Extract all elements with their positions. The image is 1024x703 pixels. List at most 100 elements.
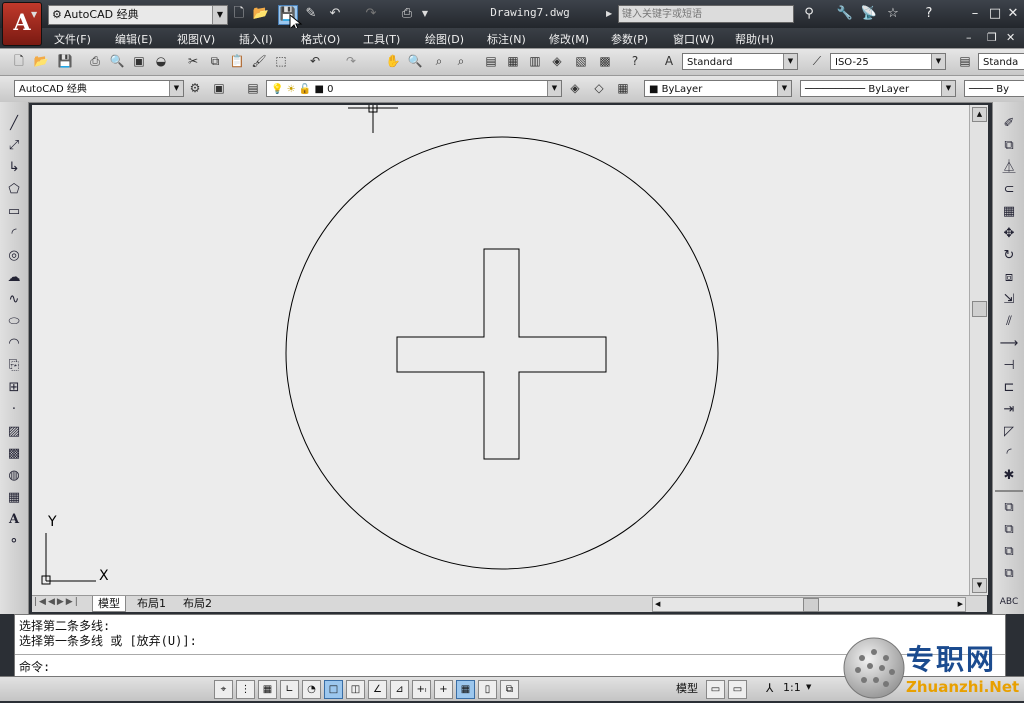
help-toolbar-icon[interactable]: ?: [626, 52, 644, 70]
app-menu-chevron-icon[interactable]: ▼: [31, 10, 37, 19]
tab-layout2[interactable]: 布局2: [178, 596, 217, 611]
communication-center-icon[interactable]: 📡: [860, 5, 878, 23]
trim-icon[interactable]: ⫽: [999, 312, 1019, 332]
text-style-icon[interactable]: A: [660, 52, 678, 70]
close-icon[interactable]: ✕: [1004, 5, 1022, 23]
draw-order-back-icon[interactable]: ⧉: [999, 520, 1019, 540]
transparency-icon[interactable]: ▦: [456, 680, 475, 699]
block-editor-icon[interactable]: ⬚: [272, 52, 290, 70]
minimize-icon[interactable]: –: [966, 5, 984, 23]
add-selected-icon[interactable]: ⚬: [4, 532, 24, 552]
annotation-scale-icon[interactable]: ⅄: [766, 681, 773, 695]
copy-icon[interactable]: ⧉: [206, 52, 224, 70]
table-icon[interactable]: ▦: [4, 488, 24, 508]
markup-icon[interactable]: ▧: [572, 52, 590, 70]
paste-icon[interactable]: 📋: [228, 52, 246, 70]
grid-icon[interactable]: ▦: [258, 680, 277, 699]
doc-restore-icon[interactable]: ❐: [987, 31, 997, 44]
erase-icon[interactable]: ✐: [999, 114, 1019, 134]
selection-cycling-icon[interactable]: ⧉: [500, 680, 519, 699]
break-at-point-icon[interactable]: ⊣: [999, 356, 1019, 376]
polyline-icon[interactable]: ↳: [4, 158, 24, 178]
text-style-select[interactable]: Standard ▼: [682, 53, 798, 70]
quick-access-dropdown-icon[interactable]: ▼: [416, 5, 434, 23]
undo-icon[interactable]: ↶: [326, 5, 344, 23]
horizontal-scroll-thumb[interactable]: [803, 598, 819, 612]
expand-arrow-icon[interactable]: ▶: [606, 9, 612, 18]
bring-above-icon[interactable]: ⧉: [999, 542, 1019, 562]
menu-edit[interactable]: 编辑(E): [115, 31, 153, 47]
subscription-center-icon[interactable]: 🔧: [836, 5, 854, 23]
workspace-selector[interactable]: ⚙ AutoCAD 经典 ▼: [48, 5, 228, 25]
tab-navigation-arrows-icon[interactable]: |◀◀▶▶|: [34, 597, 80, 607]
rectangle-icon[interactable]: ▭: [4, 202, 24, 222]
quick-properties-icon[interactable]: ▯: [478, 680, 497, 699]
menu-file[interactable]: 文件(F): [54, 31, 91, 47]
hatch-icon[interactable]: ▨: [4, 422, 24, 442]
menu-draw[interactable]: 绘图(D): [425, 31, 464, 47]
object-snap-tracking-icon[interactable]: ∠: [368, 680, 387, 699]
fillet-icon[interactable]: ◜: [999, 444, 1019, 464]
application-menu-button[interactable]: A: [2, 2, 42, 46]
zoom-previous-icon[interactable]: ⌕: [452, 52, 470, 70]
mirror-icon[interactable]: ⏅: [999, 158, 1019, 178]
copy-object-icon[interactable]: ⧉: [999, 136, 1019, 156]
model-space-label[interactable]: 模型: [676, 680, 698, 696]
cut-icon[interactable]: ✂: [184, 52, 202, 70]
insert-block-icon[interactable]: ⎘: [4, 356, 24, 376]
scale-icon[interactable]: ⧈: [999, 268, 1019, 288]
scale-dropdown-icon[interactable]: ▼: [806, 683, 811, 691]
break-icon[interactable]: ⊏: [999, 378, 1019, 398]
command-prompt[interactable]: 命令:: [19, 658, 50, 675]
menu-modify[interactable]: 修改(M): [549, 31, 589, 47]
polar-tracking-icon[interactable]: ◔: [302, 680, 321, 699]
layer-state-icon[interactable]: ▦: [614, 79, 632, 97]
drawing-svg[interactable]: Y X: [32, 103, 969, 595]
workspace-settings-icon[interactable]: ⚙: [186, 79, 204, 97]
help-icon[interactable]: ?: [920, 5, 938, 23]
menu-tools[interactable]: 工具(T): [363, 31, 400, 47]
plot-icon[interactable]: ⎙: [398, 5, 416, 23]
save-icon-toolbar[interactable]: 💾: [56, 52, 74, 70]
drawing-area[interactable]: Y X: [32, 103, 969, 595]
scroll-left-icon[interactable]: ◀: [655, 598, 660, 611]
revision-cloud-icon[interactable]: ☁: [4, 268, 24, 288]
open-file-icon[interactable]: 📂: [252, 5, 270, 23]
lineweight-toggle-icon[interactable]: +: [434, 680, 453, 699]
redo-toolbar-icon[interactable]: ↷: [342, 52, 360, 70]
design-center-icon[interactable]: ▦: [504, 52, 522, 70]
multiline-text-icon[interactable]: A: [4, 510, 24, 530]
redo-icon[interactable]: ↷: [362, 5, 380, 23]
binoculars-icon[interactable]: ⚲: [800, 5, 818, 23]
horizontal-scrollbar[interactable]: ◀ ▶: [652, 597, 966, 612]
save-as-icon[interactable]: ✎: [302, 5, 320, 23]
dim-style-select[interactable]: ISO-25 ▼: [830, 53, 946, 70]
construction-line-icon[interactable]: ⤢: [4, 136, 24, 156]
quick-view-drawings-icon[interactable]: ▭: [728, 680, 747, 699]
make-block-icon[interactable]: ⊞: [4, 378, 24, 398]
match-properties-icon[interactable]: 🖌: [250, 52, 268, 70]
offset-icon[interactable]: ⊂: [999, 180, 1019, 200]
menu-dimension[interactable]: 标注(N): [487, 31, 526, 47]
favorites-star-icon[interactable]: ☆: [884, 5, 902, 23]
send-under-icon[interactable]: ⧉: [999, 564, 1019, 584]
annotation-scale-value[interactable]: 1:1: [783, 681, 801, 694]
sheet-set-icon[interactable]: ◈: [548, 52, 566, 70]
scroll-up-icon[interactable]: ▲: [972, 107, 987, 122]
undo-toolbar-icon[interactable]: ↶: [306, 52, 324, 70]
table-style-select[interactable]: Standa: [978, 53, 1024, 70]
object-snap-icon[interactable]: □: [324, 680, 343, 699]
lineweight-select[interactable]: ──── By: [964, 80, 1024, 97]
ellipse-icon[interactable]: ⬭: [4, 312, 24, 332]
layer-properties-icon[interactable]: ▤: [244, 79, 262, 97]
menu-parametric[interactable]: 参数(P): [611, 31, 648, 47]
chamfer-icon[interactable]: ◸: [999, 422, 1019, 442]
new-file-icon[interactable]: 🗋: [230, 5, 248, 23]
region-icon[interactable]: ◍: [4, 466, 24, 486]
calculator-icon[interactable]: ▩: [596, 52, 614, 70]
dim-style-icon[interactable]: ⟋: [808, 52, 826, 70]
dynamic-ucs-icon[interactable]: ⊿: [390, 680, 409, 699]
layer-previous-icon[interactable]: ◇: [590, 79, 608, 97]
circle-icon[interactable]: ◎: [4, 246, 24, 266]
join-icon[interactable]: ⇥: [999, 400, 1019, 420]
